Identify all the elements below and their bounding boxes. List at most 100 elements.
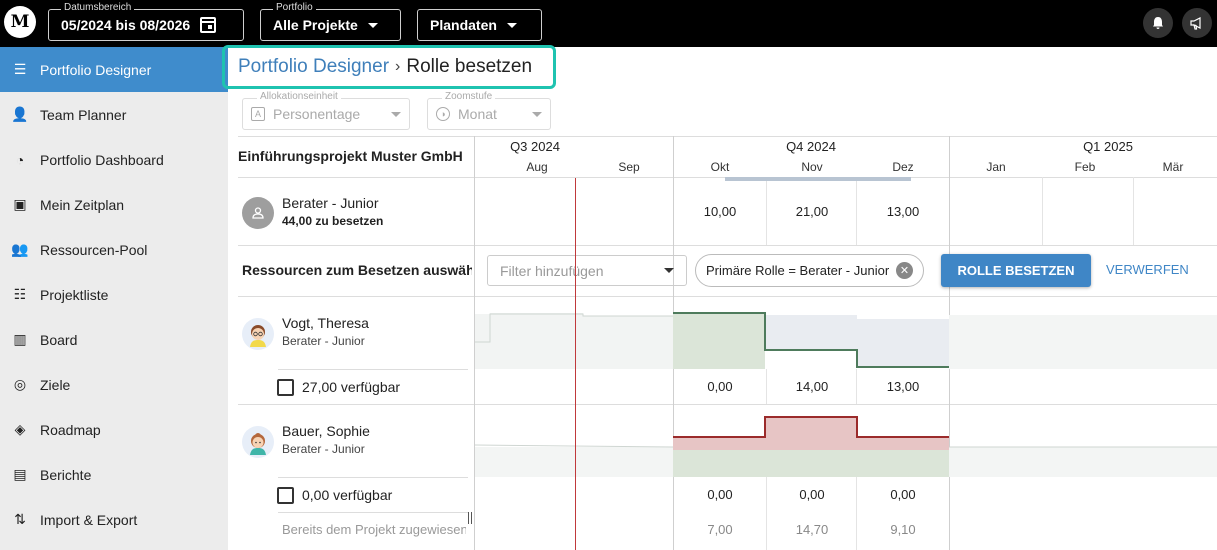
sidebar-item-portfolio-designer[interactable]: ☰ Portfolio Designer	[0, 47, 228, 92]
role-demand-dec: 13,00	[886, 204, 920, 219]
calendar-icon[interactable]	[200, 17, 217, 33]
target-icon: ◎	[13, 376, 27, 392]
column-resize-handle[interactable]	[468, 512, 472, 524]
grid-line	[1133, 177, 1134, 245]
sidebar-item-roadmap[interactable]: ◈ Roadmap	[0, 407, 228, 452]
select-person-checkbox[interactable]	[277, 379, 294, 396]
close-icon[interactable]: ✕	[896, 262, 913, 279]
grid-line	[1042, 177, 1043, 245]
month-label: Dez	[892, 160, 914, 174]
roadmap-icon: ◈	[14, 421, 26, 437]
zoom-icon: ◑	[436, 107, 450, 121]
avatar	[242, 318, 274, 350]
chevron-right-icon: ›	[395, 58, 401, 75]
sidebar-item-label: Ressourcen-Pool	[40, 241, 148, 258]
quarter-label: Q4 2024	[786, 139, 836, 154]
today-marker	[575, 178, 576, 550]
date-range-caption: Datumsbereich	[61, 2, 135, 14]
sidebar-item-label: Berichte	[40, 466, 92, 483]
grid-line	[238, 136, 1217, 137]
person-icon	[252, 207, 264, 219]
zoom-level-value: Monat	[458, 106, 497, 122]
sidebar-item-label: Projektliste	[40, 286, 109, 303]
sidebar-item-label: Mein Zeitplan	[40, 196, 125, 213]
allocation-unit-value: Personentage	[273, 106, 361, 122]
portfolio-select[interactable]: Portfolio Alle Projekte	[260, 2, 401, 41]
page-title: Rolle besetzen	[406, 56, 533, 77]
month-label: Aug	[526, 160, 548, 174]
sidebar-item-mein-zeitplan[interactable]: ▣ Mein Zeitplan	[0, 182, 228, 227]
quarter-label: Q3 2024	[510, 139, 560, 154]
role-demand-nov: 21,00	[795, 204, 829, 219]
person-value-oct: 0,00	[707, 487, 733, 502]
person-name[interactable]: Bauer, Sophie	[282, 423, 370, 439]
bell-icon[interactable]	[1143, 8, 1173, 38]
month-label: Nov	[801, 160, 823, 174]
month-label: Jan	[986, 160, 1006, 174]
schedule-icon: ▣	[13, 196, 27, 212]
sidebar-item-portfolio-dashboard[interactable]: ◔ Portfolio Dashboard	[0, 137, 228, 182]
breadcrumb: Portfolio Designer › Rolle besetzen	[222, 45, 556, 89]
date-range-picker[interactable]: Datumsbereich 05/2024 bis 08/2026	[48, 2, 244, 41]
sidebar: ☰ Portfolio Designer 👤 Team Planner ◔ Po…	[0, 47, 228, 550]
person-avatar-icon	[250, 433, 266, 455]
portfolio-caption: Portfolio	[273, 2, 316, 14]
plandata-select[interactable]: Plandaten	[417, 9, 542, 41]
chevron-down-icon[interactable]	[664, 268, 674, 273]
fill-role-button[interactable]: ROLLE BESETZEN	[941, 254, 1091, 287]
person-role: Berater - Junior	[282, 442, 365, 456]
sidebar-item-ziele[interactable]: ◎ Ziele	[0, 362, 228, 407]
month-label: Okt	[710, 160, 730, 174]
sidebar-item-import-export[interactable]: ⇅ Import & Export	[0, 497, 228, 542]
person-value-oct: 0,00	[707, 379, 733, 394]
allocation-unit-caption: Allokationseinheit	[257, 91, 341, 103]
filter-input[interactable]: Filter hinzufügen	[487, 255, 687, 286]
assigned-value-dec: 9,10	[890, 522, 916, 537]
grid-line	[278, 477, 468, 478]
grid-line	[278, 512, 468, 513]
person-availability: 0,00 verfügbar	[302, 487, 393, 503]
sidebar-item-label: Portfolio Designer	[40, 61, 152, 78]
zoom-level-caption: Zoomstufe	[442, 91, 496, 103]
chevron-down-icon	[391, 111, 401, 117]
person-value-dec: 13,00	[886, 379, 920, 394]
import-export-icon: ⇅	[14, 511, 26, 527]
grid-line	[238, 245, 1217, 246]
discard-button[interactable]: VERWERFEN	[1106, 262, 1189, 277]
sidebar-item-ressourcen-pool[interactable]: 👥 Ressourcen-Pool	[0, 227, 228, 272]
filter-chip[interactable]: Primäre Rolle = Berater - Junior ✕	[695, 254, 924, 287]
zoom-level-select[interactable]: Zoomstufe ◑ Monat	[427, 91, 551, 130]
megaphone-icon[interactable]	[1182, 8, 1212, 38]
breadcrumb-link-portfolio-designer[interactable]: Portfolio Designer	[238, 56, 389, 78]
sidebar-item-projektliste[interactable]: ☷ Projektliste	[0, 272, 228, 317]
role-to-fill: 44,00 zu besetzen	[282, 214, 384, 228]
designer-icon: ☰	[13, 61, 27, 77]
avatar	[242, 426, 274, 458]
assigned-value-nov: 14,70	[795, 522, 829, 537]
resources-section-title: Ressourcen zum Besetzen auswählen	[242, 262, 472, 278]
quarter-label: Q1 2025	[1083, 139, 1133, 154]
filter-chip-label: Primäre Rolle = Berater - Junior	[706, 263, 890, 278]
month-label: Sep	[618, 160, 640, 174]
select-person-checkbox[interactable]	[277, 487, 294, 504]
person-name[interactable]: Vogt, Theresa	[282, 315, 369, 331]
filter-placeholder: Filter hinzufügen	[500, 262, 604, 279]
report-icon: ▤	[13, 466, 27, 482]
person-value-nov: 0,00	[799, 487, 825, 502]
month-label: Mär	[1162, 160, 1184, 174]
assigned-value-oct: 7,00	[707, 522, 733, 537]
person-value-dec: 0,00	[890, 487, 916, 502]
grid-line	[278, 369, 468, 370]
top-bar: M Datumsbereich 05/2024 bis 08/2026 Port…	[0, 0, 1217, 47]
sidebar-item-team-planner[interactable]: 👤 Team Planner	[0, 92, 228, 137]
month-label: Feb	[1074, 160, 1096, 174]
app-logo[interactable]: M	[4, 6, 36, 38]
sidebar-item-board[interactable]: ▥ Board	[0, 317, 228, 362]
portfolio-value: Alle Projekte	[273, 17, 358, 33]
assigned-label: Bereits dem Projekt zugewiesen	[282, 522, 466, 537]
sidebar-item-berichte[interactable]: ▤ Berichte	[0, 452, 228, 497]
sidebar-item-label: Roadmap	[40, 421, 101, 438]
role-avatar	[242, 197, 274, 229]
plandata-value: Plandaten	[430, 17, 497, 33]
allocation-unit-select[interactable]: Allokationseinheit A Personentage	[242, 91, 410, 130]
